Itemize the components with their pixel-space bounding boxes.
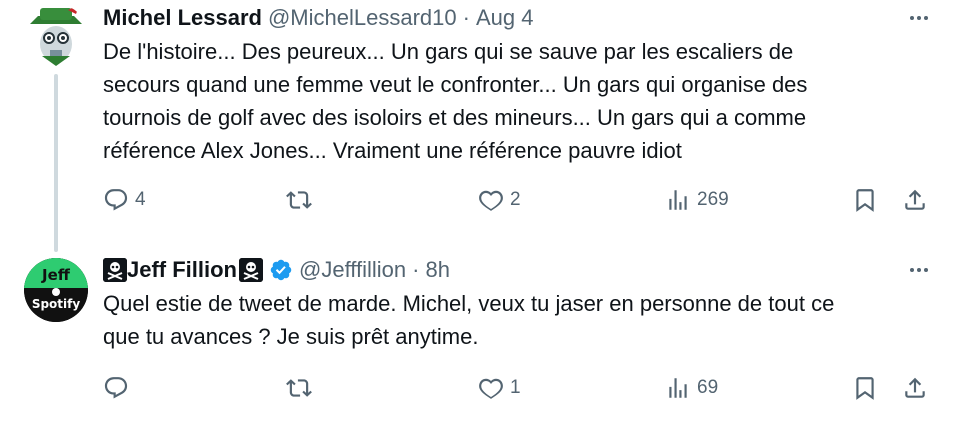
bookmark-button[interactable]	[852, 371, 878, 405]
tweet-header: Michel Lessard @MichelLessard10 · Aug 4	[103, 5, 534, 31]
action-bar: 4 2 269	[0, 183, 970, 217]
action-bar: 1 69	[0, 371, 970, 405]
views-button[interactable]: 269	[665, 183, 729, 217]
share-icon	[905, 189, 925, 210]
avatar[interactable]	[24, 4, 88, 68]
avatar-text-top: Jeff	[41, 266, 71, 284]
retweet-button[interactable]	[286, 371, 318, 405]
more-options-icon[interactable]	[904, 258, 934, 282]
share-button[interactable]	[902, 183, 928, 217]
user-handle[interactable]: @Jefffillion	[299, 257, 406, 283]
retweet-icon	[286, 191, 312, 209]
reply-count: 4	[135, 189, 146, 210]
like-button[interactable]: 2	[478, 183, 521, 217]
views-chart-icon	[669, 190, 687, 210]
reply-button[interactable]: 4	[103, 183, 146, 217]
heart-icon	[479, 378, 503, 399]
reply-icon	[104, 189, 128, 211]
reply-icon	[104, 377, 128, 399]
heart-icon	[479, 190, 503, 211]
timestamp[interactable]: 8h	[425, 257, 449, 283]
like-count: 1	[510, 377, 521, 398]
views-chart-icon	[669, 378, 687, 398]
retweet-icon	[286, 379, 312, 397]
avatar[interactable]: Jeff Spotify	[24, 258, 88, 322]
skull-crossbones-icon	[239, 258, 263, 282]
display-name[interactable]: Michel Lessard	[103, 5, 262, 31]
tweet[interactable]: Michel Lessard @MichelLessard10 · Aug 4 …	[0, 0, 970, 252]
retweet-button[interactable]	[286, 183, 318, 217]
bookmark-icon	[856, 377, 874, 400]
like-button[interactable]: 1	[478, 371, 521, 405]
views-button[interactable]: 69	[665, 371, 718, 405]
verified-badge-icon[interactable]	[269, 258, 293, 282]
timestamp[interactable]: Aug 4	[476, 5, 534, 31]
avatar-text-bottom: Spotify	[32, 297, 81, 311]
separator-dot: ·	[412, 257, 420, 282]
tweet-text: Quel estie de tweet de marde. Michel, ve…	[103, 291, 835, 349]
bookmark-icon	[856, 189, 874, 212]
user-handle[interactable]: @MichelLessard10	[268, 5, 457, 31]
tweet-header: Jeff Fillion @Jefffillion · 8h	[103, 257, 450, 283]
tweet[interactable]: Jeff Spotify Jeff Fillion @Jefffillion ·…	[0, 240, 970, 432]
share-icon	[905, 377, 925, 398]
share-button[interactable]	[902, 371, 928, 405]
skull-crossbones-icon	[103, 258, 127, 282]
reply-button[interactable]	[103, 371, 135, 405]
more-options-icon[interactable]	[904, 6, 934, 30]
bookmark-button[interactable]	[852, 183, 878, 217]
separator-dot: ·	[462, 5, 470, 30]
display-name[interactable]: Jeff Fillion	[127, 257, 237, 283]
tweet-text: De l'histoire... Des peureux... Un gars …	[103, 39, 808, 163]
views-count: 69	[697, 377, 719, 398]
thread-connector	[54, 74, 58, 252]
like-count: 2	[510, 189, 521, 210]
views-count: 269	[697, 189, 729, 210]
